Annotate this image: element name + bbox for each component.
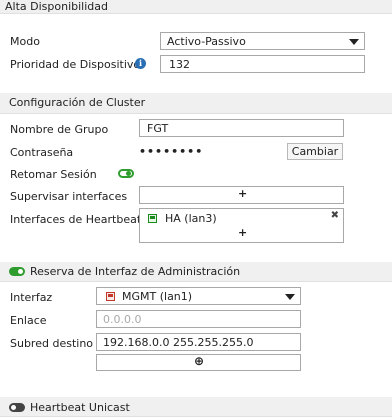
- section-title-unicast: Heartbeat Unicast: [30, 401, 130, 414]
- heartbeat-item: HA (lan3): [165, 212, 217, 225]
- priority-label: Prioridad de Dispositivo: [10, 58, 141, 71]
- chevron-down-icon: [349, 39, 359, 45]
- add-subnet-field[interactable]: ⊕: [96, 354, 301, 371]
- subnet-input[interactable]: 192.168.0.0 255.255.255.0: [96, 333, 301, 351]
- section-header-mgmt: Reserva de Interfaz de Administración: [0, 262, 392, 282]
- section-header-cluster: Configuración de Cluster: [0, 93, 392, 114]
- section-title-cluster: Configuración de Cluster: [9, 96, 146, 109]
- interface-icon: [106, 292, 115, 301]
- change-password-button[interactable]: Cambiar: [287, 143, 343, 160]
- monitor-interfaces-field[interactable]: +: [139, 186, 344, 204]
- password-value: ••••••••: [139, 145, 204, 158]
- section-header-unicast: Heartbeat Unicast: [0, 397, 392, 417]
- heartbeat-label: Interfaces de Heartbeat: [10, 213, 142, 226]
- section-title-mgmt: Reserva de Interfaz de Administración: [30, 265, 241, 278]
- group-name-input[interactable]: FGT: [139, 119, 344, 137]
- monitor-interfaces-label: Supervisar interfaces: [10, 190, 128, 203]
- subnet-label: Subred destino: [10, 337, 94, 350]
- interface-label: Interfaz: [10, 291, 53, 304]
- chevron-down-icon: [285, 294, 295, 300]
- session-toggle[interactable]: [118, 169, 134, 178]
- section-header-ha: Alta Disponibilidad: [0, 0, 392, 14]
- add-circle-icon[interactable]: ⊕: [194, 354, 204, 368]
- plus-icon[interactable]: +: [238, 187, 247, 200]
- group-name-value: FGT: [147, 122, 169, 135]
- unicast-toggle[interactable]: [9, 403, 25, 412]
- group-name-label: Nombre de Grupo: [10, 123, 109, 136]
- heartbeat-interfaces-field[interactable]: HA (lan3) ✖ +: [139, 208, 344, 243]
- interface-icon: [148, 214, 157, 223]
- mode-value: Activo-Passivo: [167, 35, 246, 48]
- link-input[interactable]: 0.0.0.0: [96, 310, 301, 328]
- priority-input[interactable]: 132: [160, 55, 365, 73]
- link-label: Enlace: [10, 314, 47, 327]
- mode-select[interactable]: Activo-Passivo: [160, 32, 365, 50]
- close-icon[interactable]: ✖: [331, 210, 339, 221]
- section-title-ha: Alta Disponibilidad: [5, 0, 108, 13]
- session-label: Retomar Sesión: [10, 168, 97, 181]
- mgmt-toggle[interactable]: [9, 267, 25, 276]
- info-icon[interactable]: i: [135, 58, 146, 69]
- password-label: Contraseña: [10, 146, 74, 159]
- priority-value: 132: [169, 58, 190, 71]
- interface-value: MGMT (lan1): [122, 290, 193, 303]
- interface-select[interactable]: MGMT (lan1): [96, 287, 301, 305]
- link-placeholder: 0.0.0.0: [103, 313, 142, 326]
- subnet-value: 192.168.0.0 255.255.255.0: [103, 336, 254, 349]
- plus-icon[interactable]: +: [238, 226, 247, 239]
- mode-label: Modo: [10, 35, 40, 48]
